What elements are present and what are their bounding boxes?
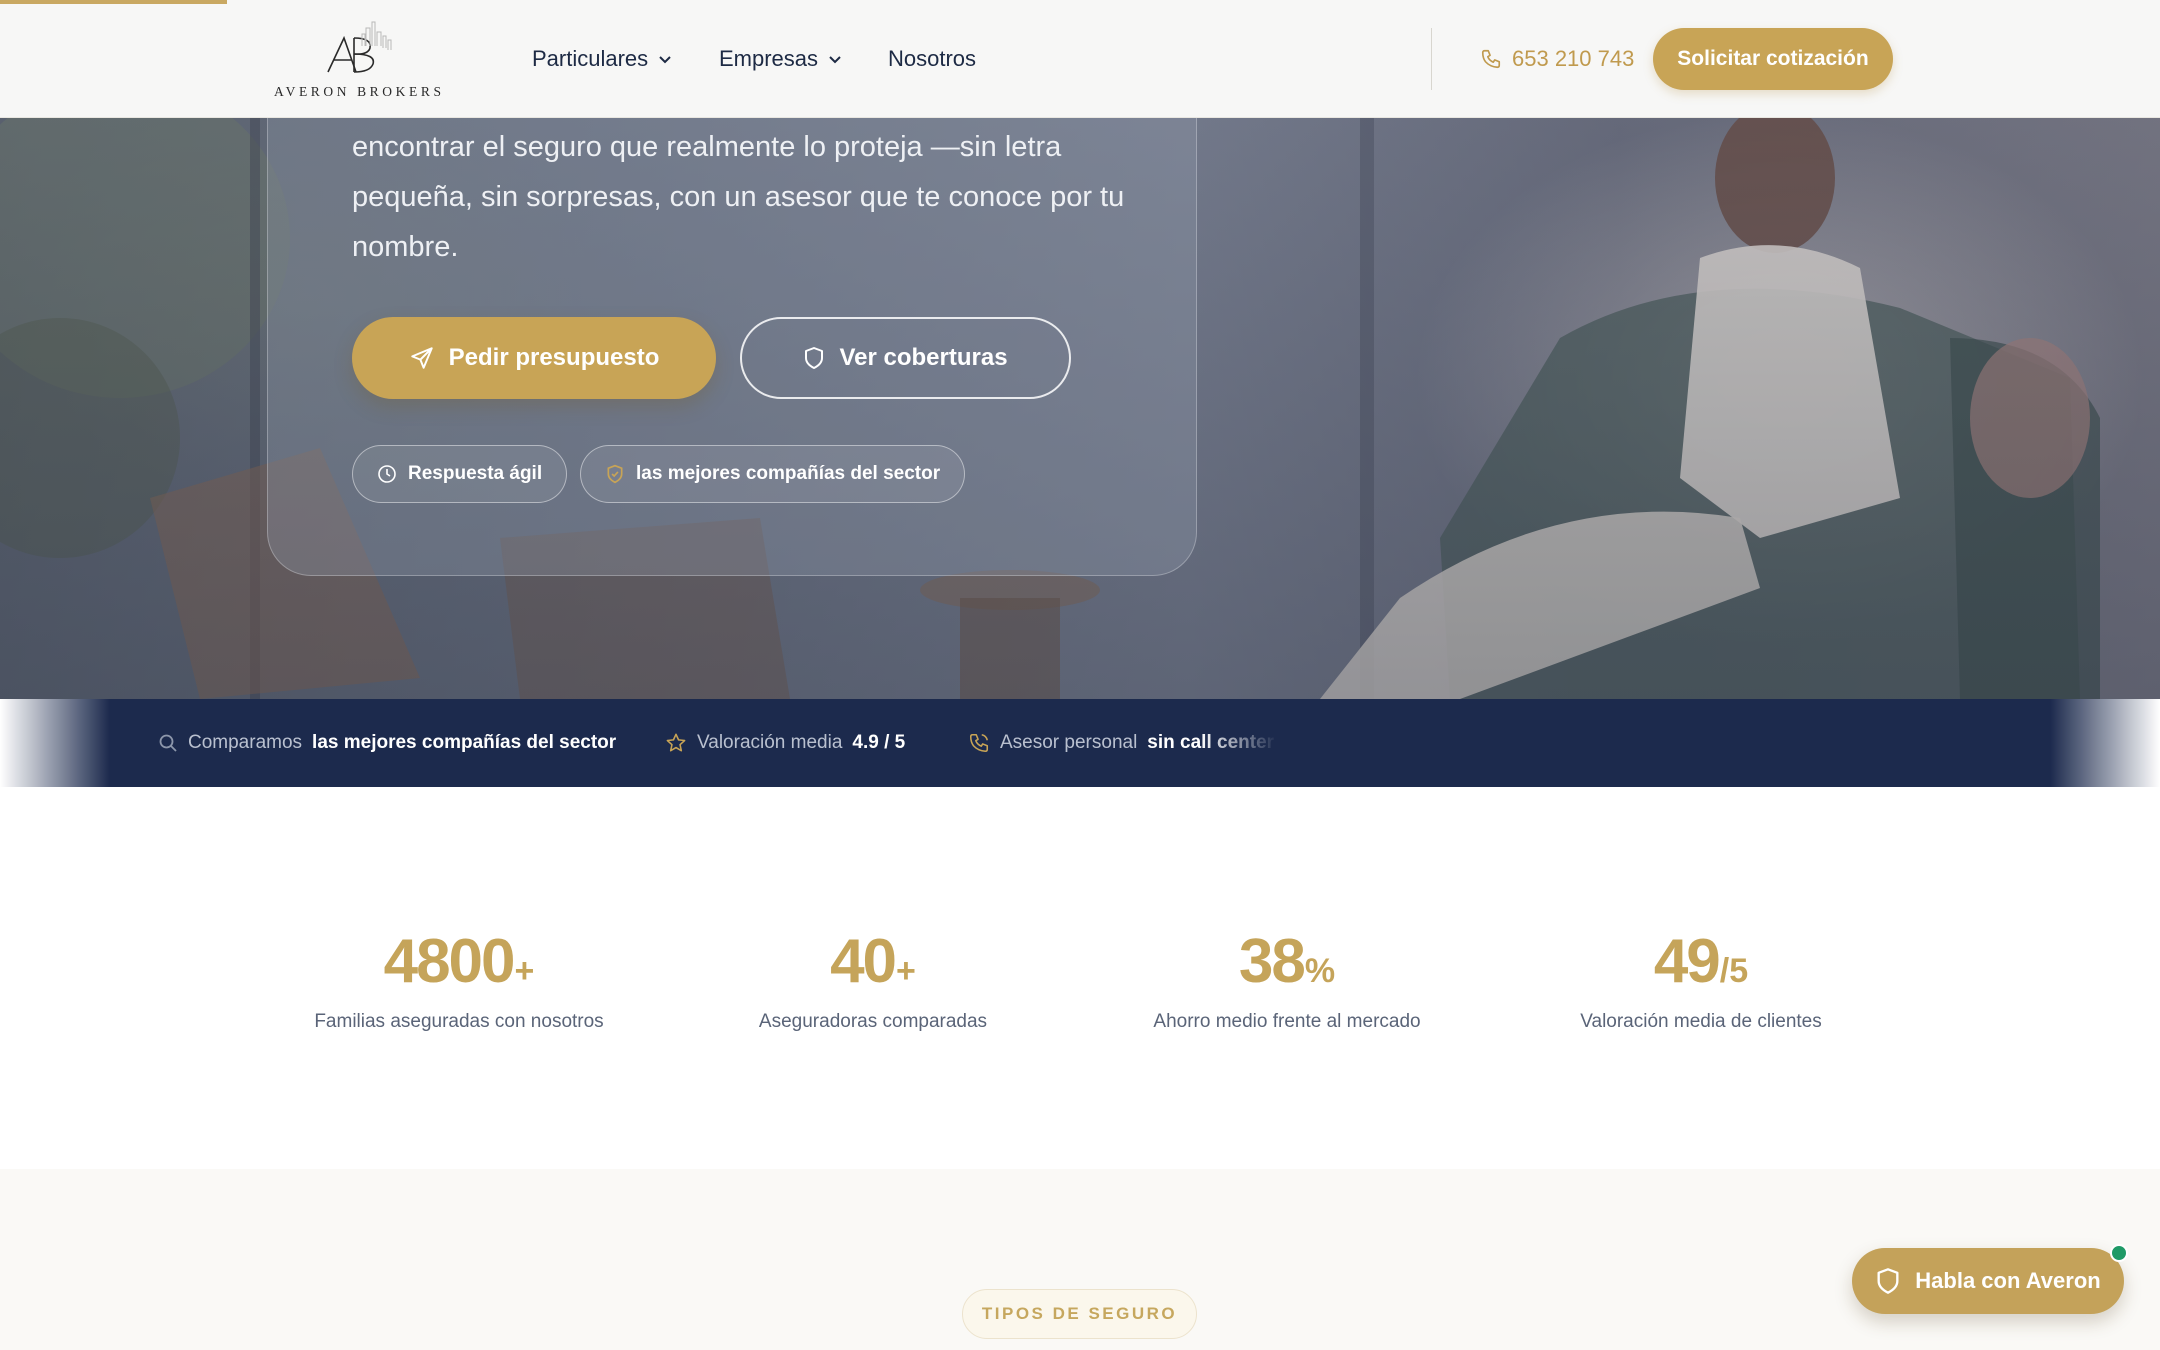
request-budget-button[interactable]: Pedir presupuesto xyxy=(352,317,716,399)
scroll-progress-bar xyxy=(0,0,227,4)
brand-logo[interactable]: AVERON BROKERS xyxy=(272,20,442,102)
star-icon xyxy=(666,733,686,752)
hero-text-line: pequeña, sin sorpresas, con un asesor qu… xyxy=(352,181,1125,213)
hero-section: encontrar el seguro que realmente lo pro… xyxy=(0,118,2160,699)
feature-chip-fast-response: Respuesta ágil xyxy=(352,445,568,503)
send-icon xyxy=(410,347,433,369)
phone-number: 653 210 743 xyxy=(1512,46,1635,71)
nav-label: Nosotros xyxy=(888,46,977,71)
averon-logo-mark xyxy=(327,21,392,73)
ticker-prefix: Asesor personal xyxy=(1000,732,1138,753)
insurance-types-section: TIPOS DE SEGURO xyxy=(0,1169,2160,1350)
trust-ticker: Comparamos las mejores compañías del sec… xyxy=(0,699,2160,787)
ticker-fade-right xyxy=(2050,699,2160,787)
nav-label: Particulares xyxy=(532,46,649,71)
shield-icon xyxy=(1877,1268,1899,1294)
view-coverages-button[interactable]: Ver coberturas xyxy=(740,317,1071,399)
header-divider xyxy=(1431,28,1432,90)
feature-chip-top-insurers: las mejores compañías del sector xyxy=(580,445,966,503)
stat-suffix: /5 xyxy=(1719,952,1749,990)
stat-number: 4800 xyxy=(383,927,516,996)
ticker-item-rating: Valoración media 4.9 / 5 xyxy=(665,728,905,758)
online-status-dot xyxy=(2110,1244,2128,1262)
site-header: AVERON BROKERS Particulares Empresas Nos… xyxy=(0,0,2160,118)
phone-link[interactable]: 653 210 743 xyxy=(1480,44,1634,74)
nav-nosotros[interactable]: Nosotros xyxy=(888,44,976,74)
hero-text-line: nombre. xyxy=(352,231,459,263)
nav-empresas[interactable]: Empresas xyxy=(719,44,842,74)
shield-check-icon xyxy=(607,464,623,484)
ticker-prefix: Comparamos xyxy=(188,732,303,753)
stat-label: Familias aseguradas con nosotros xyxy=(314,1011,604,1032)
stat-insurers: 40 + Aseguradoras comparadas xyxy=(693,927,1053,1033)
ticker-prefix: Valoración media xyxy=(697,732,843,753)
chat-label: Habla con Averon xyxy=(1915,1268,2101,1293)
stat-value: 38 % xyxy=(1107,927,1467,997)
stat-value: 40 + xyxy=(693,927,1053,997)
clock-icon xyxy=(378,465,396,483)
stat-suffix: % xyxy=(1304,952,1336,990)
stat-value: 49 /5 xyxy=(1521,927,1881,997)
chevron-down-icon xyxy=(829,56,841,64)
stat-rating: 49 /5 Valoración media de clientes xyxy=(1521,927,1881,1033)
ticker-fade-left xyxy=(0,699,110,787)
stat-label: Ahorro medio frente al mercado xyxy=(1153,1011,1421,1032)
stat-number: 40 xyxy=(830,927,897,996)
stat-number: 38 xyxy=(1238,927,1306,996)
phone-icon xyxy=(1481,49,1501,69)
stat-suffix: + xyxy=(514,952,535,990)
chevron-down-icon xyxy=(659,56,671,64)
ticker-strong: 4.9 / 5 xyxy=(852,732,906,753)
brand-name: AVERON BROKERS xyxy=(274,84,445,99)
ticker-item-compare: Comparamos las mejores compañías del sec… xyxy=(158,728,616,758)
stat-suffix: + xyxy=(896,952,916,990)
chip-label: las mejores compañías del sector xyxy=(636,463,941,484)
ticker-item-advisor: Asesor personal sin call center xyxy=(968,728,1278,758)
button-label: Pedir presupuesto xyxy=(448,344,660,371)
stat-value: 4800 + xyxy=(279,927,639,997)
button-label: Ver coberturas xyxy=(839,344,1008,371)
stat-families: 4800 + Familias aseguradas con nosotros xyxy=(279,927,639,1033)
stat-label: Aseguradoras comparadas xyxy=(758,1011,988,1032)
section-badge: TIPOS DE SEGURO xyxy=(962,1289,1197,1339)
hero-text-line: encontrar el seguro que realmente lo pro… xyxy=(352,131,1062,163)
hero-description: encontrar el seguro que realmente lo pro… xyxy=(352,122,1142,272)
phone-call-icon xyxy=(969,733,989,753)
chip-label: Respuesta ágil xyxy=(408,463,543,484)
shield-icon xyxy=(805,347,824,369)
stat-number: 49 xyxy=(1653,927,1721,996)
ticker-strong: sin call center xyxy=(1147,732,1275,753)
stat-label: Valoración media de clientes xyxy=(1580,1011,1822,1032)
stats-section: 4800 + Familias aseguradas con nosotros … xyxy=(0,787,2160,1169)
ticker-strong: las mejores compañías del sector xyxy=(312,732,617,753)
nav-label: Empresas xyxy=(719,46,819,71)
chat-widget-button[interactable]: Habla con Averon xyxy=(1852,1248,2124,1314)
stat-savings: 38 % Ahorro medio frente al mercado xyxy=(1107,927,1467,1033)
search-icon xyxy=(159,734,177,752)
request-quote-button[interactable]: Solicitar cotización xyxy=(1653,28,1893,90)
nav-particulares[interactable]: Particulares xyxy=(532,44,672,74)
